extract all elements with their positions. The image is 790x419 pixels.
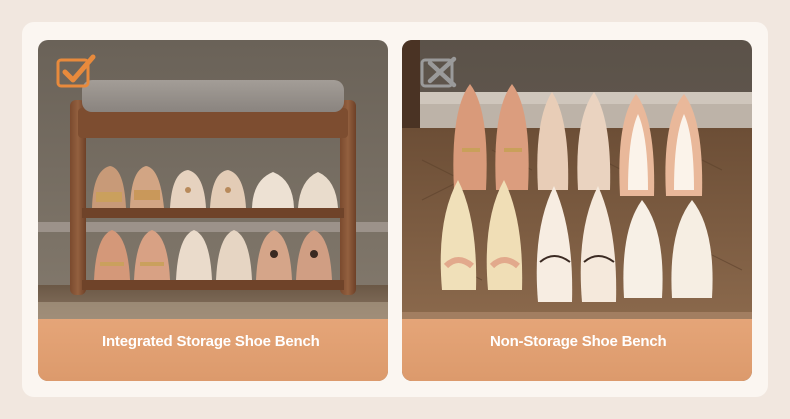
caption-band: Integrated Storage Shoe Bench <box>38 319 388 381</box>
panel-non-storage: Non-Storage Shoe Bench <box>402 40 752 381</box>
comparison-banner: Integrated Storage Shoe Bench Non-Storag… <box>0 0 790 419</box>
checkmark-icon <box>56 54 96 88</box>
caption-non-storage: Non-Storage Shoe Bench <box>490 333 667 350</box>
caption-band: Non-Storage Shoe Bench <box>402 319 752 381</box>
caption-integrated-storage: Integrated Storage Shoe Bench <box>102 333 320 350</box>
panel-integrated-storage: Integrated Storage Shoe Bench <box>38 40 388 381</box>
cross-icon <box>420 56 457 88</box>
